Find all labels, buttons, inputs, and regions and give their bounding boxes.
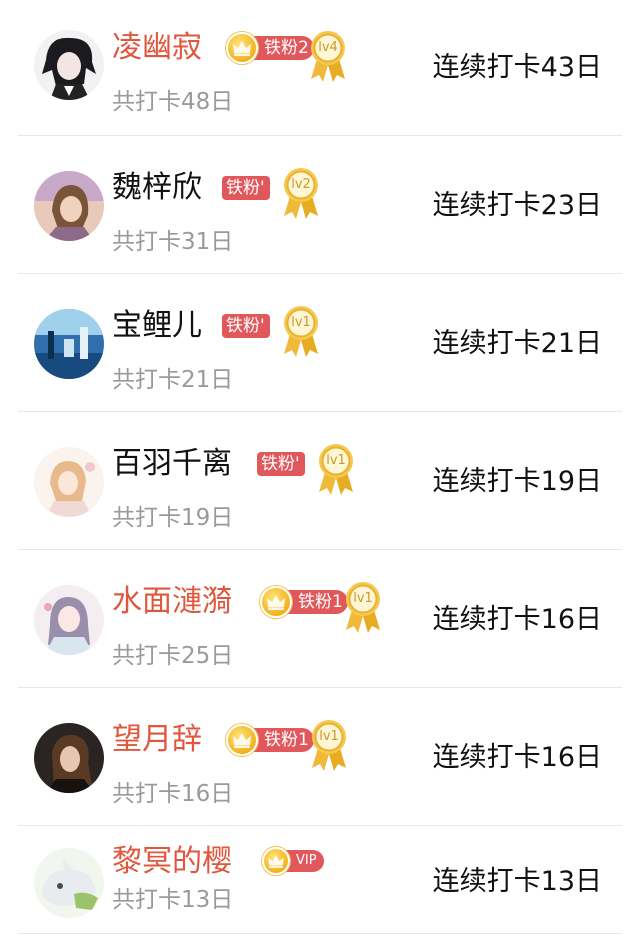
level-label: lv1 xyxy=(291,315,311,330)
crown-icon xyxy=(226,724,258,756)
fan-badge: 铁粉' xyxy=(257,451,305,477)
total-checkins: 共打卡16日 xyxy=(112,781,234,807)
user-name[interactable]: 黎冥的樱 xyxy=(112,844,232,880)
fan-badge: 铁粉2 xyxy=(226,32,314,64)
total-checkins: 共打卡21日 xyxy=(112,367,234,393)
level-medal-icon xyxy=(309,718,349,772)
streak-count: 连续打卡23日 xyxy=(432,190,602,221)
list-item[interactable]: 百羽千离 铁粉' 共打卡19日 连续打卡19日 xyxy=(0,412,640,550)
level-medal-icon xyxy=(281,304,321,358)
list-item[interactable]: 水面漣漪 铁粉1 共打卡25日 连续打卡16日 xyxy=(0,550,640,688)
user-name[interactable]: 百羽千离 xyxy=(112,446,232,482)
level-label: lv1 xyxy=(353,591,373,606)
user-name[interactable]: 望月辞 xyxy=(112,722,202,758)
streak-count: 连续打卡43日 xyxy=(432,52,602,83)
total-checkins: 共打卡25日 xyxy=(112,643,234,669)
fan-badge: 铁粉' xyxy=(222,175,270,201)
avatar[interactable] xyxy=(34,848,104,918)
level-medal-icon xyxy=(281,166,321,220)
avatar[interactable] xyxy=(34,309,104,379)
avatar[interactable] xyxy=(34,447,104,517)
streak-count: 连续打卡13日 xyxy=(432,866,602,897)
avatar[interactable] xyxy=(34,723,104,793)
list-item[interactable]: 魏梓欣 铁粉' 共打卡31日 连续打卡23日 xyxy=(0,136,640,274)
avatar[interactable] xyxy=(34,30,104,100)
level-medal-icon xyxy=(343,580,383,634)
list-item[interactable]: 宝鲤儿 铁粉' 共打卡21日 连续打卡21日 xyxy=(0,274,640,412)
fan-badge: 铁粉1 xyxy=(226,724,314,756)
divider xyxy=(18,933,622,934)
streak-count: 连续打卡19日 xyxy=(432,466,602,497)
total-checkins: 共打卡31日 xyxy=(112,229,234,255)
level-label: lv1 xyxy=(319,729,339,744)
streak-count: 连续打卡21日 xyxy=(432,328,602,359)
level-label: lv2 xyxy=(291,177,311,192)
level-label: lv1 xyxy=(326,453,346,468)
vip-badge: VIP xyxy=(262,847,324,875)
crown-icon xyxy=(260,586,292,618)
avatar[interactable] xyxy=(34,585,104,655)
user-name[interactable]: 魏梓欣 xyxy=(112,170,202,206)
crown-icon xyxy=(262,847,290,875)
total-checkins: 共打卡48日 xyxy=(112,89,234,115)
fan-badge: 铁粉' xyxy=(222,313,270,339)
list-item[interactable]: 凌幽寂 铁粉2 共打卡48日 连续打卡43日 xyxy=(0,0,640,136)
list-item[interactable]: 望月辞 铁粉1 共打卡16日 连续打卡16日 xyxy=(0,688,640,826)
check-in-ranking-list: 凌幽寂 铁粉2 共打卡48日 连续打卡43日 魏梓欣 铁粉' 共打卡31日 连续… xyxy=(0,0,640,940)
avatar[interactable] xyxy=(34,171,104,241)
streak-count: 连续打卡16日 xyxy=(432,604,602,635)
level-medal-icon xyxy=(316,442,356,496)
level-medal-icon xyxy=(308,29,348,83)
user-name[interactable]: 水面漣漪 xyxy=(112,584,232,620)
user-name[interactable]: 凌幽寂 xyxy=(112,30,202,66)
streak-count: 连续打卡16日 xyxy=(432,742,602,773)
list-item[interactable]: 黎冥的樱 VIP 共打卡13日 连续打卡13日 xyxy=(0,826,640,940)
level-label: lv4 xyxy=(318,40,338,55)
total-checkins: 共打卡19日 xyxy=(112,505,234,531)
total-checkins: 共打卡13日 xyxy=(112,887,234,913)
crown-icon xyxy=(226,32,258,64)
user-name[interactable]: 宝鲤儿 xyxy=(112,308,202,344)
fan-badge: 铁粉1 xyxy=(260,586,348,618)
